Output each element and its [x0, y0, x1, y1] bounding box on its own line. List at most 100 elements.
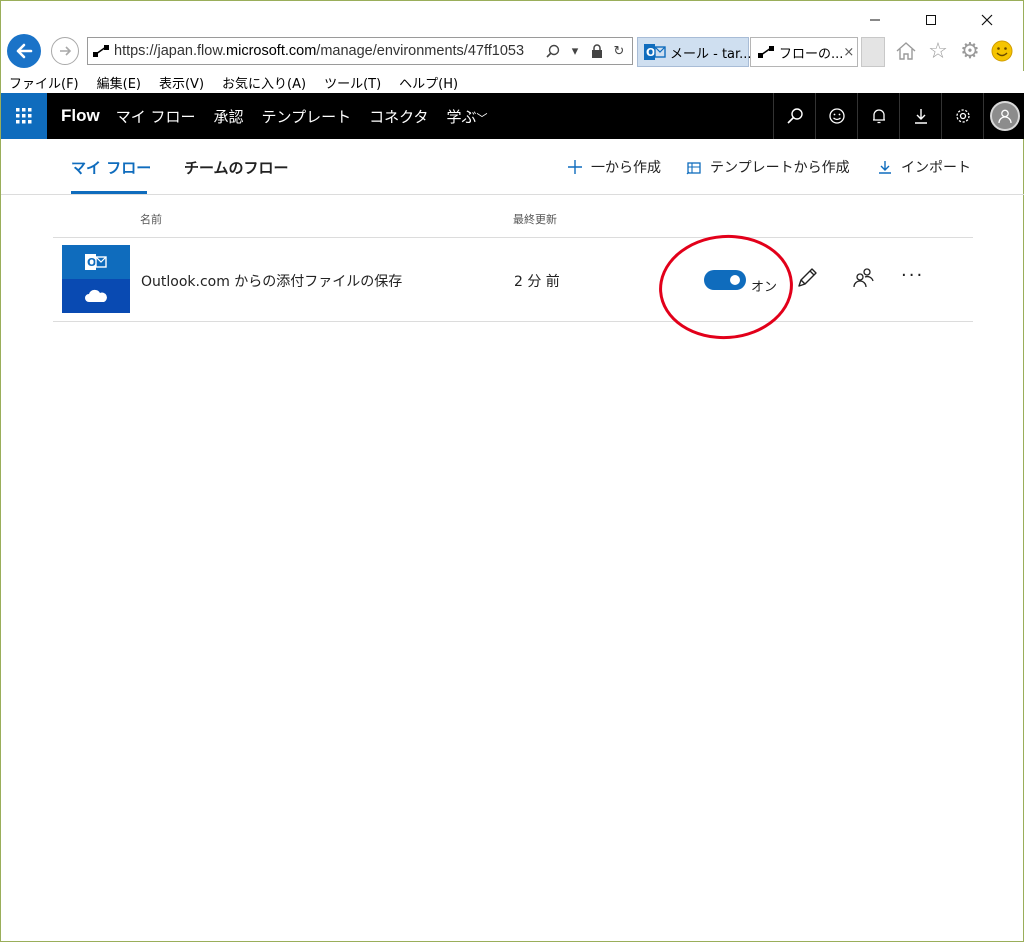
smiley-icon: [828, 108, 845, 124]
import-icon: [879, 161, 891, 174]
create-from-template-label: テンプレートから作成: [710, 160, 850, 176]
column-header-modified[interactable]: 最終更新: [513, 211, 557, 227]
close-icon: [981, 14, 993, 26]
flow-subtabs: マイ フロー チームのフロー 一から作成 テンプレートから作成 インポート: [1, 139, 1024, 195]
menu-tools[interactable]: ツール(T): [324, 73, 381, 92]
browser-window: https://japan.flow.microsoft.com/manage/…: [0, 0, 1024, 942]
onedrive-tile: [62, 279, 130, 313]
cloud-icon: [85, 289, 107, 302]
menu-edit[interactable]: 編集(E): [97, 73, 141, 92]
search-icon[interactable]: [544, 41, 562, 61]
avatar: [989, 101, 1020, 131]
browser-toolbar: ☆ ⚙: [893, 38, 1015, 64]
arrow-left-icon: [16, 43, 33, 59]
tab-flow-label: フローの...: [779, 46, 844, 62]
import-button[interactable]: インポート: [877, 157, 971, 177]
new-tab-button[interactable]: [861, 37, 885, 67]
url-domain: microsoft.com: [226, 43, 317, 59]
address-row: https://japan.flow.microsoft.com/manage/…: [1, 31, 1024, 69]
outlook-tile: O: [62, 245, 130, 279]
menu-help[interactable]: ヘルプ(H): [399, 73, 458, 92]
url-path: /manage/environments/47ff1053: [316, 43, 525, 59]
lock-icon[interactable]: [588, 41, 606, 61]
address-bar[interactable]: https://japan.flow.microsoft.com/manage/…: [87, 37, 633, 65]
tab-team-flows[interactable]: チームのフロー: [184, 157, 289, 178]
refresh-icon[interactable]: ↻: [610, 41, 628, 61]
flow-connector-tile[interactable]: O: [62, 245, 130, 313]
smiley-icon[interactable]: [989, 38, 1015, 64]
home-icon[interactable]: [893, 38, 919, 64]
notifications-button[interactable]: [857, 93, 899, 139]
menu-bar: ファイル(F) 編集(E) 表示(V) お気に入り(A) ツール(T) ヘルプ(…: [1, 71, 1024, 93]
search-icon: [786, 108, 803, 124]
arrow-right-icon: [60, 46, 72, 56]
user-icon: [997, 109, 1012, 124]
people-icon: [853, 268, 874, 288]
minimize-icon: [870, 19, 880, 21]
nav-learn-label: 学ぶ: [446, 107, 477, 126]
search-button[interactable]: [773, 93, 815, 139]
edit-button[interactable]: [793, 264, 821, 292]
svg-text:O: O: [87, 256, 96, 269]
close-window-button[interactable]: [959, 7, 1015, 33]
nav-connectors[interactable]: コネクタ: [369, 106, 428, 127]
outlook-icon: O: [85, 254, 107, 270]
create-from-template-button[interactable]: テンプレートから作成: [686, 157, 850, 177]
plus-icon: [568, 160, 582, 174]
outlook-icon: O: [644, 44, 666, 60]
gear-icon: [955, 109, 970, 123]
create-from-blank-label: 一から作成: [591, 160, 661, 176]
maximize-button[interactable]: [903, 7, 959, 33]
flow-name[interactable]: Outlook.com からの添付ファイルの保存: [141, 271, 402, 291]
menu-view[interactable]: 表示(V): [159, 73, 204, 92]
back-button[interactable]: [7, 34, 41, 68]
annotation-circle: [655, 230, 797, 344]
dropdown-arrow-icon[interactable]: ▾: [566, 41, 584, 61]
column-header-name[interactable]: 名前: [140, 211, 162, 227]
flow-favicon-icon: [757, 45, 775, 59]
star-icon[interactable]: ☆: [925, 38, 951, 64]
waffle-icon: [16, 108, 32, 124]
template-icon: [686, 162, 701, 175]
address-url[interactable]: https://japan.flow.microsoft.com/manage/…: [114, 43, 544, 59]
address-icons: ▾ ↻: [544, 41, 632, 61]
gear-icon[interactable]: ⚙: [957, 38, 983, 64]
import-label: インポート: [901, 160, 971, 176]
bell-icon: [872, 109, 885, 124]
active-tab-indicator: [71, 191, 147, 194]
tab-flow[interactable]: フローの... ×: [750, 37, 858, 67]
minimize-button[interactable]: [847, 7, 903, 33]
maximize-icon: [926, 15, 936, 25]
svg-text:O: O: [646, 46, 655, 59]
flow-favicon-icon: [88, 38, 114, 64]
tab-mail-label: メール - tar...: [670, 46, 752, 62]
more-options-button[interactable]: ···: [901, 265, 924, 286]
forward-button[interactable]: [51, 37, 79, 65]
brand-title[interactable]: Flow: [61, 106, 100, 126]
download-icon: [914, 109, 927, 124]
pencil-icon: [798, 268, 817, 287]
download-button[interactable]: [899, 93, 941, 139]
tab-mail[interactable]: O メール - tar...: [637, 37, 752, 67]
tab-close-button[interactable]: ×: [843, 45, 854, 60]
header-actions: [773, 93, 1024, 139]
nav-templates[interactable]: テンプレート: [262, 106, 352, 127]
settings-button[interactable]: [941, 93, 983, 139]
nav-approvals[interactable]: 承認: [214, 106, 244, 127]
tab-my-flows[interactable]: マイ フロー: [71, 157, 151, 178]
flow-header: Flow マイ フロー 承認 テンプレート コネクタ 学ぶ﹀: [1, 93, 1024, 139]
list-divider: [53, 321, 973, 322]
nav-learn[interactable]: 学ぶ﹀: [446, 106, 487, 127]
nav-my-flows[interactable]: マイ フロー: [116, 106, 196, 127]
app-launcher-button[interactable]: [1, 93, 47, 139]
menu-favorites[interactable]: お気に入り(A): [222, 73, 306, 92]
feedback-button[interactable]: [815, 93, 857, 139]
create-from-blank-button[interactable]: 一から作成: [567, 157, 661, 177]
profile-button[interactable]: [983, 93, 1024, 139]
flow-modified: 2 分 前: [514, 274, 560, 290]
url-prefix: https://japan.flow.: [114, 43, 227, 59]
share-button[interactable]: [849, 264, 877, 292]
list-divider: [53, 237, 973, 238]
menu-file[interactable]: ファイル(F): [9, 73, 79, 92]
chevron-down-icon: ﹀: [476, 111, 488, 125]
